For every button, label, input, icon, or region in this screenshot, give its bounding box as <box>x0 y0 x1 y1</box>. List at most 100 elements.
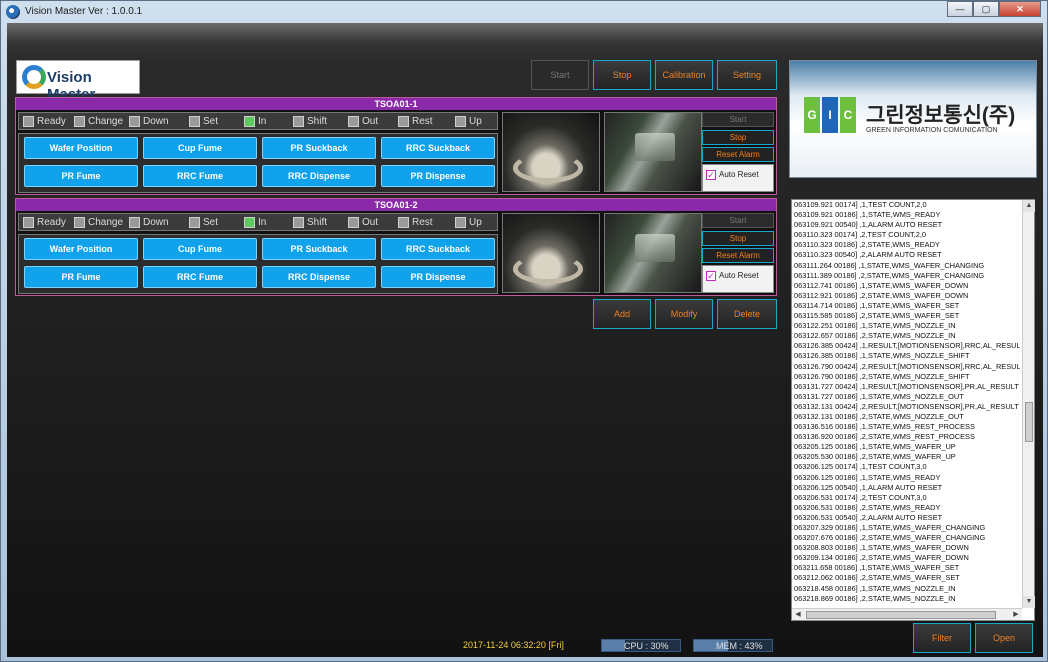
log-line: 063126.385 00186] ,1,STATE,WMS_NOZZLE_SH… <box>794 351 970 361</box>
delete-button[interactable]: Delete <box>717 299 777 329</box>
stop-button[interactable]: Stop <box>593 60 651 90</box>
indicator-light <box>455 217 466 228</box>
scroll-thumb[interactable] <box>1025 402 1033 442</box>
rrc-dispense-button[interactable]: RRC Dispense <box>262 165 376 187</box>
state-up: Up <box>455 116 482 127</box>
station-stop-button[interactable]: Stop <box>702 231 774 246</box>
main-client-area: Vision Master Start Stop Calibration Set… <box>7 23 1043 657</box>
station-start-button[interactable]: Start <box>702 112 774 127</box>
auto-reset-label: Auto Reset <box>719 271 759 280</box>
wafer-position-button[interactable]: Wafer Position <box>24 137 138 159</box>
indicator-light <box>398 217 409 228</box>
start-button[interactable]: Start <box>531 60 589 90</box>
camera-view-2[interactable] <box>604 213 702 293</box>
state-shift: Shift <box>293 116 327 127</box>
reset-alarm-button[interactable]: Reset Alarm <box>702 147 774 162</box>
close-button[interactable]: ✕ <box>999 1 1041 17</box>
auto-reset-checkbox[interactable]: ✓ Auto Reset <box>702 164 774 192</box>
log-line: 063114.714 00186] ,1,STATE,WMS_WAFER_SET <box>794 300 960 310</box>
company-banner: G I C 그린정보통신(주) GREEN INFORMATION COMUNI… <box>789 60 1037 178</box>
station-start-button[interactable]: Start <box>702 213 774 228</box>
app-icon <box>6 5 20 19</box>
state-ready: Ready <box>23 116 66 127</box>
log-line: 063131.727 00424] ,1,RESULT,[MOTIONSENSO… <box>794 381 1019 391</box>
action-button-grid: Wafer Position Cup Fume PR Suckback RRC … <box>18 133 498 193</box>
pr-fume-button[interactable]: PR Fume <box>24 165 138 187</box>
scroll-down-icon[interactable]: ▼ <box>1023 596 1035 608</box>
gic-letter: I <box>822 97 838 133</box>
pr-fume-button[interactable]: PR Fume <box>24 266 138 288</box>
calibration-button[interactable]: Calibration <box>655 60 713 90</box>
station-stop-button[interactable]: Stop <box>702 130 774 145</box>
log-line: 063209.134 00186] ,2,STATE,WMS_WAFER_DOW… <box>794 553 969 563</box>
rrc-suckback-button[interactable]: RRC Suckback <box>381 137 495 159</box>
vertical-scrollbar[interactable]: ▲ ▼ <box>1022 200 1035 608</box>
log-line: 063218.458 00186] ,1,STATE,WMS_NOZZLE_IN <box>794 583 956 593</box>
scroll-thumb[interactable] <box>806 611 996 619</box>
log-line: 063206.531 00540] ,2,ALARM AUTO RESET <box>794 512 943 522</box>
log-line: 063110.323 00174] ,2,TEST COUNT,2,0 <box>794 230 927 240</box>
pr-dispense-button[interactable]: PR Dispense <box>381 165 495 187</box>
log-line: 063212.062 00186] ,2,STATE,WMS_WAFER_SET <box>794 573 960 583</box>
log-listbox[interactable]: 063109.921 00174] ,1,TEST COUNT,2,0 06310… <box>791 199 1035 621</box>
title-bar[interactable]: Vision Master Ver : 1.0.0.1 — ▢ ✕ <box>1 1 1047 23</box>
reset-alarm-button[interactable]: Reset Alarm <box>702 248 774 263</box>
rrc-fume-button[interactable]: RRC Fume <box>143 266 257 288</box>
log-line: 063205.530 00186] ,2,STATE,WMS_WAFER_UP <box>794 452 956 462</box>
rrc-suckback-button[interactable]: RRC Suckback <box>381 238 495 260</box>
scroll-right-icon[interactable]: ▶ <box>1010 609 1022 621</box>
indicator-light <box>293 217 304 228</box>
state-down: Down <box>129 217 169 228</box>
indicator-light-on <box>244 217 255 228</box>
company-name-en: GREEN INFORMATION COMUNICATION <box>866 127 998 134</box>
station-panel-1: TSOA01-1 Ready Change Down Set In Shift … <box>15 97 777 195</box>
log-line: 063110.323 00540] ,2,ALARM AUTO RESET <box>794 250 942 260</box>
checkmark-icon: ✓ <box>706 170 716 180</box>
scroll-up-icon[interactable]: ▲ <box>1023 200 1035 212</box>
wafer-position-button[interactable]: Wafer Position <box>24 238 138 260</box>
camera-view-2[interactable] <box>604 112 702 192</box>
auto-reset-checkbox[interactable]: ✓ Auto Reset <box>702 265 774 293</box>
horizontal-scrollbar[interactable]: ◀ ▶ <box>792 608 1022 620</box>
camera-view-1[interactable] <box>502 213 600 293</box>
scroll-left-icon[interactable]: ◀ <box>792 609 804 621</box>
log-line: 063205.125 00186] ,1,STATE,WMS_WAFER_UP <box>794 442 956 452</box>
add-button[interactable]: Add <box>593 299 651 329</box>
modify-button[interactable]: Modify <box>655 299 713 329</box>
state-out: Out <box>348 217 378 228</box>
rrc-dispense-button[interactable]: RRC Dispense <box>262 266 376 288</box>
cup-fume-button[interactable]: Cup Fume <box>143 137 257 159</box>
state-ready: Ready <box>23 217 66 228</box>
mem-meter: MEM : 43% <box>693 639 773 652</box>
log-line: 063111.389 00186] ,2,STATE,WMS_WAFER_CHA… <box>794 270 985 280</box>
pr-suckback-button[interactable]: PR Suckback <box>262 137 376 159</box>
log-line: 063126.790 00424] ,2,RESULT,[MOTIONSENSO… <box>794 361 1020 371</box>
log-line: 063122.657 00186] ,2,STATE,WMS_NOZZLE_IN <box>794 331 956 341</box>
window-controls: — ▢ ✕ <box>947 1 1041 17</box>
indicator-light <box>398 116 409 127</box>
cpu-meter-fill <box>602 640 626 651</box>
pr-suckback-button[interactable]: PR Suckback <box>262 238 376 260</box>
minimize-button[interactable]: — <box>947 1 973 17</box>
pr-dispense-button[interactable]: PR Dispense <box>381 266 495 288</box>
log-line: 063206.531 00186] ,2,STATE,WMS_READY <box>794 502 941 512</box>
setting-button[interactable]: Setting <box>717 60 777 90</box>
rrc-fume-button[interactable]: RRC Fume <box>143 165 257 187</box>
state-rest: Rest <box>398 116 433 127</box>
state-out: Out <box>348 116 378 127</box>
indicator-light <box>293 116 304 127</box>
state-in: In <box>244 217 266 228</box>
log-line: 063109.921 00186] ,1,STATE,WMS_READY <box>794 210 941 220</box>
checkmark-icon: ✓ <box>706 271 716 281</box>
indicator-light <box>189 116 200 127</box>
log-line: 063115.585 00186] ,2,STATE,WMS_WAFER_SET <box>794 311 960 321</box>
state-set: Set <box>189 116 218 127</box>
log-line: 063131.727 00186] ,1,STATE,WMS_NOZZLE_OU… <box>794 391 964 401</box>
camera-view-1[interactable] <box>502 112 600 192</box>
cup-fume-button[interactable]: Cup Fume <box>143 238 257 260</box>
gic-letter: C <box>840 97 856 133</box>
maximize-button[interactable]: ▢ <box>973 1 999 17</box>
station-panel-2: TSOA01-2 Ready Change Down Set In Shift … <box>15 198 777 296</box>
auto-reset-label: Auto Reset <box>719 170 759 179</box>
log-line: 063207.676 00186] ,2,STATE,WMS_WAFER_CHA… <box>794 533 986 543</box>
